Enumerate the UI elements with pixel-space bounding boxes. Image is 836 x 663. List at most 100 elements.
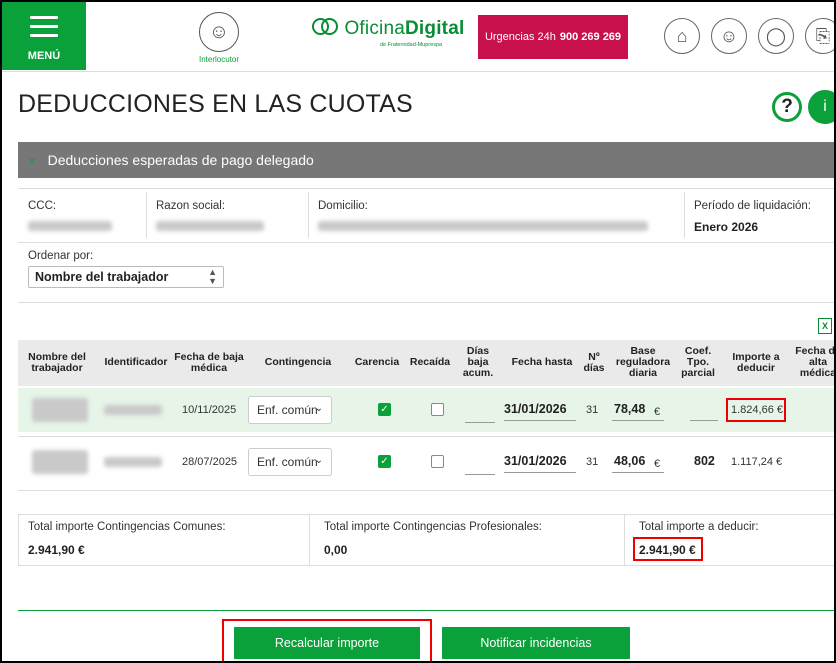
table-row: 28/07/2025 Enf. común ⌄ ✓ 31/01/2026 31 4…: [18, 440, 834, 484]
base-value: 48,06: [614, 454, 646, 468]
nombre-redacted: [32, 450, 88, 474]
totals-box: Total importe Contingencias Comunes: 2.9…: [18, 514, 834, 566]
divider: [146, 192, 147, 238]
identificador-redacted: [104, 457, 162, 467]
importe-value: 1.117,24 €: [731, 456, 783, 468]
chevron-down-icon: ⌄: [314, 403, 323, 414]
recaida-checkbox[interactable]: [431, 403, 444, 416]
col-carencia[interactable]: Carencia: [352, 357, 402, 368]
fecha-hasta-value: 31/01/2026: [504, 402, 567, 416]
ordenar-value: Nombre del trabajador: [35, 270, 169, 284]
interlocutor-button[interactable]: ☺ Interlocutor: [192, 12, 246, 64]
identificador-redacted: [104, 405, 162, 415]
info-icon[interactable]: i: [808, 90, 834, 124]
divider: [624, 515, 625, 565]
coef-input[interactable]: [690, 420, 718, 421]
carencia-checkbox[interactable]: ✓: [378, 403, 391, 416]
divider: [18, 610, 834, 611]
fecha-hasta-underline: [504, 420, 576, 421]
col-identificador[interactable]: Identificador: [96, 357, 176, 368]
razon-value-redacted: [156, 221, 264, 231]
total-profesionales-value: 0,00: [324, 543, 348, 557]
divider: [18, 436, 834, 437]
col-base[interactable]: Base reguladora diaria: [612, 346, 674, 379]
col-coef[interactable]: Coef. Tpo. parcial: [680, 346, 716, 379]
table-header: Nombre del trabajador Identificador Fech…: [18, 340, 834, 386]
excel-export-icon[interactable]: X: [818, 318, 832, 334]
help-icon[interactable]: ?: [772, 92, 802, 122]
periodo-label: Período de liquidación:: [694, 200, 811, 212]
importe-highlight: [726, 398, 786, 422]
divider: [684, 192, 685, 238]
ccc-value-redacted: [28, 221, 112, 231]
ordenar-select[interactable]: Nombre del trabajador ▲ ▼: [28, 266, 224, 288]
total-comunes-value: 2.941,90 €: [28, 543, 85, 557]
col-nombre[interactable]: Nombre del trabajador: [26, 352, 88, 374]
dias-baja-input[interactable]: [465, 422, 495, 423]
interlocutor-icon: ☺: [199, 12, 239, 52]
section-header[interactable]: × Deducciones esperadas de pago delegado: [18, 142, 834, 178]
total-profesionales-label: Total importe Contingencias Profesionale…: [324, 521, 542, 533]
periodo-value: Enero 2026: [694, 220, 759, 234]
recalcular-button[interactable]: Recalcular importe: [234, 627, 420, 659]
currency-symbol: €: [654, 458, 661, 470]
contingencia-select[interactable]: Enf. común ⌄: [248, 396, 332, 424]
base-value: 78,48: [614, 402, 646, 416]
coef-value: 802: [694, 454, 715, 468]
page-title: DEDUCCIONES EN LAS CUOTAS: [18, 90, 413, 118]
col-recaida[interactable]: Recaída: [406, 357, 454, 368]
top-bar: MENÚ ☺ Interlocutor OficinaDigital de Fr…: [2, 2, 834, 72]
hamburger-icon: [30, 16, 58, 43]
fecha-hasta-value: 31/01/2026: [504, 454, 567, 468]
base-input[interactable]: [612, 420, 664, 421]
chevron-down-icon: ⌄: [314, 455, 323, 466]
contingencia-value: Enf. común: [257, 403, 318, 417]
divider: [18, 490, 834, 491]
menu-button[interactable]: MENÚ: [2, 2, 86, 70]
logo-sub: de Fraternidad-Muprespa: [380, 42, 443, 48]
base-input[interactable]: [612, 472, 664, 473]
interlocutor-label: Interlocutor: [198, 55, 240, 64]
divider: [18, 188, 834, 189]
currency-symbol: €: [654, 406, 661, 418]
urgent-label: Urgencias 24h: [484, 31, 556, 43]
divider: [308, 192, 309, 238]
select-arrows-icon: ▲ ▼: [208, 267, 217, 286]
dias-baja-input[interactable]: [465, 474, 495, 475]
logo-main: Oficina: [344, 18, 405, 39]
home-icon[interactable]: ⌂: [664, 18, 700, 54]
fecha-hasta-underline: [504, 472, 576, 473]
urgent-phone: 900 269 269: [559, 31, 622, 43]
total-comunes-label: Total importe Contingencias Comunes:: [28, 521, 226, 533]
fecha-baja-value: 28/07/2025: [182, 456, 238, 468]
carencia-checkbox[interactable]: ✓: [378, 455, 391, 468]
domicilio-label: Domicilio:: [318, 200, 368, 212]
collapse-icon[interactable]: ×: [28, 153, 36, 168]
col-n-dias[interactable]: Nº días: [581, 352, 607, 374]
razon-label: Razon social:: [156, 200, 226, 212]
notificar-button[interactable]: Notificar incidencias: [442, 627, 630, 659]
col-contingencia[interactable]: Contingencia: [260, 357, 336, 368]
col-fecha-baja[interactable]: Fecha de baja médica: [172, 352, 246, 374]
recaida-checkbox[interactable]: [431, 455, 444, 468]
col-fecha-alta[interactable]: Fecha de alta médica: [790, 346, 834, 379]
urgent-banner[interactable]: Urgencias 24h 900 269 269: [478, 15, 628, 59]
oficina-digital-logo[interactable]: OficinaDigital de Fraternidad-Muprespa: [312, 18, 472, 58]
logo-bold: Digital: [405, 18, 465, 39]
user-icon[interactable]: ☺: [711, 18, 747, 54]
fecha-baja-value: 10/11/2025: [182, 404, 237, 416]
contingencia-select[interactable]: Enf. común ⌄: [248, 448, 332, 476]
headset-icon[interactable]: ◯: [758, 18, 794, 54]
col-dias-baja[interactable]: Días baja acum.: [458, 346, 498, 379]
col-fecha-hasta[interactable]: Fecha hasta: [506, 357, 578, 368]
nombre-redacted: [32, 398, 88, 422]
contingencia-value: Enf. común: [257, 455, 318, 469]
ordenar-label: Ordenar por:: [28, 250, 94, 262]
table-row: 10/11/2025 Enf. común ⌄ ✓ 31/01/2026 31 7…: [18, 388, 834, 432]
divider: [18, 302, 834, 303]
total-deducir-highlight: [633, 537, 703, 561]
ccc-label: CCC:: [28, 200, 57, 212]
n-dias-value: 31: [586, 404, 599, 416]
col-importe[interactable]: Importe a deducir: [728, 352, 784, 374]
logout-icon[interactable]: ⎘: [805, 18, 834, 54]
